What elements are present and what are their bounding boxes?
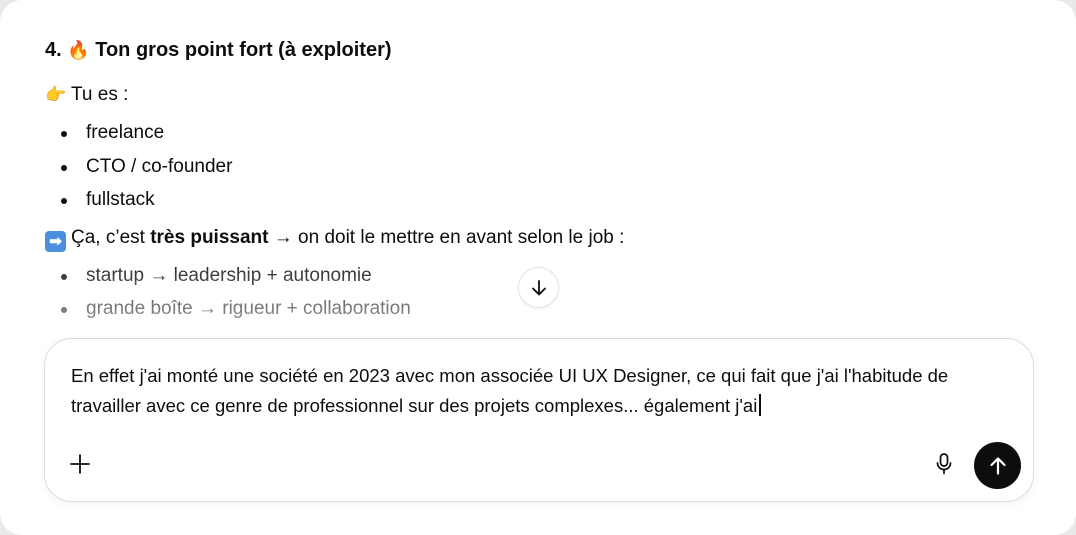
conclusion-bold: très puissant <box>150 226 269 248</box>
list-item: CTO / co-founder <box>45 150 1005 184</box>
intro-text: Tu es : <box>71 84 129 105</box>
roles-list: freelance CTO / co-founder fullstack <box>45 116 1005 217</box>
chat-window: 4. 🔥 Ton gros point fort (à exploiter) 👉… <box>0 0 1076 535</box>
voice-input-button[interactable] <box>929 449 959 479</box>
list-item: freelance <box>45 116 1005 150</box>
send-button[interactable] <box>974 442 1021 489</box>
scroll-to-bottom-button[interactable] <box>518 267 559 308</box>
prompt-text: En effet j'ai monté une société en 2023 … <box>71 365 949 416</box>
list-item: fullstack <box>45 183 1005 217</box>
fire-emoji-icon: 🔥 <box>67 40 90 60</box>
plus-icon <box>70 454 90 474</box>
conclusion-paragraph: ➡ Ça, c’est très puissant → on doit le me… <box>45 223 1005 253</box>
intro-paragraph: 👉 Tu es : <box>45 80 1005 110</box>
conclusion-text-after: → on doit le mettre en avant selon le jo… <box>268 226 625 248</box>
pointing-hand-icon: 👉 <box>45 85 67 104</box>
heading-text: Ton gros point fort (à exploiter) <box>95 39 392 61</box>
text-caret <box>759 394 761 416</box>
conclusion-text-before: Ça, c’est <box>71 226 151 248</box>
section-heading: 4. 🔥 Ton gros point fort (à exploiter) <box>45 34 1005 66</box>
right-arrow-emoji-icon: ➡ <box>45 230 66 252</box>
prompt-input[interactable]: En effet j'ai monté une société en 2023 … <box>71 361 1001 421</box>
message-composer[interactable]: En effet j'ai monté une société en 2023 … <box>44 338 1034 502</box>
arrow-down-icon <box>531 279 546 295</box>
arrow-up-icon <box>989 456 1006 475</box>
heading-number: 4. <box>45 39 62 61</box>
microphone-icon <box>936 453 952 475</box>
add-attachment-button[interactable] <box>65 449 95 479</box>
